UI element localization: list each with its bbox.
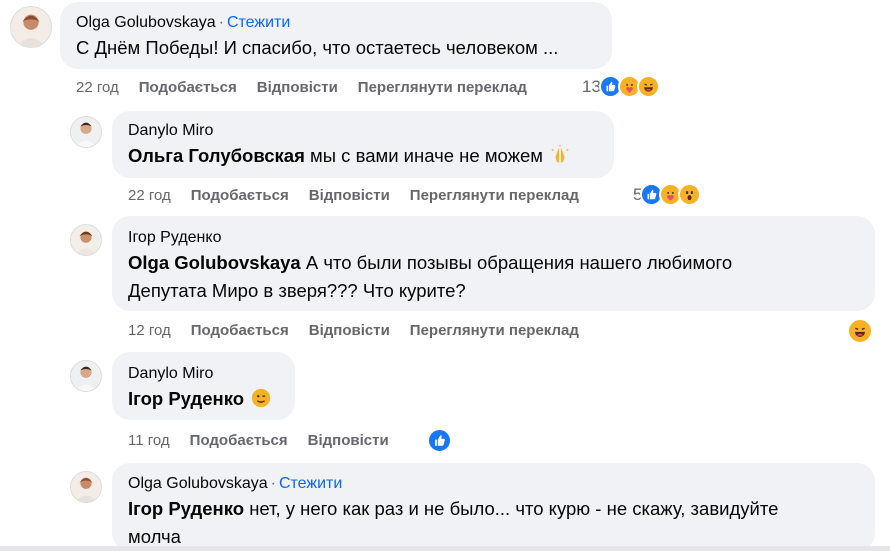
comment-body: мы с вами иначе не можем <box>310 145 544 166</box>
comment-header: Danylo Miro <box>128 121 213 141</box>
comment-line: Депутата Миро в зверя??? Что курите? <box>128 280 466 301</box>
haha-icon <box>636 75 660 98</box>
avatar[interactable] <box>70 471 102 503</box>
like-button[interactable]: Подобається <box>139 78 237 98</box>
reactions-summary[interactable] <box>427 428 452 453</box>
translate-button[interactable]: Переглянути переклад <box>410 186 579 206</box>
comment-text: Ігор Руденко <box>128 385 272 413</box>
comment-actions: 22 год Подобається Відповісти Переглянути п… <box>128 186 599 206</box>
translate-button[interactable]: Переглянути переклад <box>410 321 579 341</box>
mention-link[interactable]: Ольга Голубовская <box>128 145 305 166</box>
follow-link[interactable]: Стежити <box>279 475 342 492</box>
timestamp[interactable]: 11 год <box>128 431 170 451</box>
wow-icon <box>678 183 702 206</box>
comment-header: Olga Golubovskaya · Стежити <box>128 474 342 494</box>
reply-button[interactable]: Відповісти <box>257 78 338 98</box>
like-icon <box>427 428 452 453</box>
avatar-photo <box>71 225 101 255</box>
haha-icon <box>847 318 873 344</box>
separator-dot: · <box>218 14 224 31</box>
reply-button[interactable]: Відповісти <box>309 186 390 206</box>
reply-button[interactable]: Відповісти <box>308 431 389 451</box>
avatar[interactable] <box>70 360 102 392</box>
comment-text: Ігор Руденко нет, у него как раз и не бы… <box>128 495 868 551</box>
divider <box>0 546 890 551</box>
comment-actions: 22 год Подобається Відповісти Переглянути п… <box>76 78 547 98</box>
comment-line: Olga Golubovskaya А что были позывы обра… <box>128 249 868 277</box>
avatar[interactable] <box>70 116 102 148</box>
author-name[interactable]: Olga Golubovskaya <box>76 14 216 31</box>
translate-button[interactable]: Переглянути переклад <box>358 78 527 98</box>
comment-header: Olga Golubovskaya · Стежити <box>76 13 290 33</box>
avatar-photo <box>71 472 101 502</box>
separator-dot: · <box>270 475 276 492</box>
comment-header: Danylo Miro <box>128 364 213 384</box>
avatar[interactable] <box>70 224 102 256</box>
reactions-summary[interactable] <box>847 318 873 344</box>
mention-link[interactable]: Ігор Руденко <box>128 388 244 409</box>
like-button[interactable]: Подобається <box>191 186 289 206</box>
comment-actions: 11 год Подобається Відповісти <box>128 431 409 451</box>
timestamp[interactable]: 22 год <box>128 186 171 206</box>
reactions-summary[interactable]: 13 <box>582 75 660 98</box>
timestamp[interactable]: 22 год <box>76 78 119 98</box>
comment-actions: 12 год Подобається Відповісти Переглянути п… <box>128 321 599 341</box>
reply-button[interactable]: Відповісти <box>309 321 390 341</box>
comment-text: Ольга Голубовская мы с вами иначе не мож… <box>128 142 571 170</box>
praying-hands-icon <box>549 144 571 166</box>
avatar-photo <box>11 7 51 47</box>
comment-text: С Днём Победы! И спасибо, что остаетесь … <box>76 37 559 58</box>
reactions-summary[interactable]: 5 <box>633 183 702 206</box>
author-name[interactable]: Danylo Miro <box>128 365 213 382</box>
timestamp[interactable]: 12 год <box>128 321 171 341</box>
author-name[interactable]: Olga Golubovskaya <box>128 475 268 492</box>
avatar[interactable] <box>10 6 52 48</box>
author-name[interactable]: Ігор Руденко <box>128 229 221 246</box>
comment-body: А что были позывы обращения нашего любим… <box>305 252 733 273</box>
mention-link[interactable]: Olga Golubovskaya <box>128 252 301 273</box>
comment-header: Ігор Руденко <box>128 228 221 248</box>
avatar-photo <box>71 361 101 391</box>
author-name[interactable]: Danylo Miro <box>128 122 213 139</box>
avatar-photo <box>71 117 101 147</box>
like-button[interactable]: Подобається <box>191 321 289 341</box>
comment-body: нет, у него как раз и не было... что кур… <box>249 498 779 519</box>
mention-link[interactable]: Ігор Руденко <box>128 498 244 519</box>
comment-text: Olga Golubovskaya А что были позывы обра… <box>128 249 868 305</box>
comment-line: Ігор Руденко нет, у него как раз и не бы… <box>128 495 868 523</box>
like-button[interactable]: Подобається <box>190 431 288 451</box>
follow-link[interactable]: Стежити <box>227 14 290 31</box>
wink-icon <box>250 387 272 409</box>
